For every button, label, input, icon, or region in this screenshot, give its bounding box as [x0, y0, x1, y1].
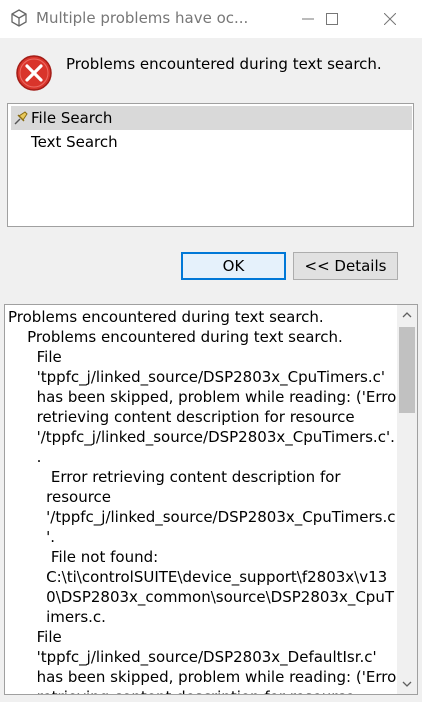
details-text: Problems encountered during text search.… [8, 308, 396, 694]
scroll-thumb[interactable] [399, 327, 415, 413]
scroll-down-button[interactable] [397, 674, 417, 694]
chevron-up-icon [402, 312, 412, 318]
tree-item-text-search[interactable]: Text Search [11, 130, 412, 154]
window-title: Multiple problems have oc... [36, 9, 249, 27]
scroll-up-button[interactable] [397, 305, 417, 325]
details-text-area[interactable]: Problems encountered during text search.… [4, 304, 418, 695]
app-icon [11, 9, 27, 27]
maximize-button[interactable] [309, 0, 355, 38]
tree-item-label: Text Search [31, 133, 118, 151]
problem-message: Problems encountered during text search. [66, 55, 382, 73]
close-button[interactable] [367, 0, 413, 38]
ok-button[interactable]: OK [181, 252, 286, 280]
chevron-down-icon [402, 681, 412, 687]
maximize-icon [326, 13, 338, 25]
close-icon [384, 13, 396, 25]
tree-item-label: File Search [31, 109, 113, 127]
vertical-scrollbar[interactable] [397, 305, 417, 694]
details-toggle-button[interactable]: << Details [293, 252, 398, 280]
error-icon [16, 55, 52, 91]
problem-tree[interactable]: File Search Text Search [7, 103, 414, 227]
tree-item-file-search[interactable]: File Search [11, 106, 412, 130]
title-bar: Multiple problems have oc... [0, 0, 422, 38]
pin-icon [14, 111, 28, 125]
